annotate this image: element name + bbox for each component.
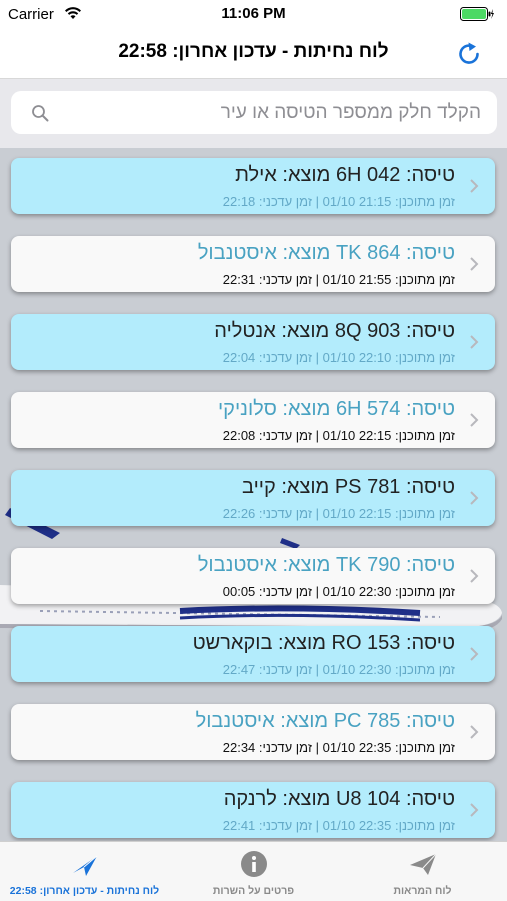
flight-times: זמן מתוכנן: 21:15 01/10 | זמן עדכני: 22:… (222, 194, 455, 209)
search-icon (32, 105, 49, 122)
chevron-right-icon (470, 413, 479, 427)
flight-title: טיסה: 6H 042 מוצא: אילת (235, 164, 455, 186)
flight-row[interactable]: טיסה: RO 153 מוצא: בוקארשט זמן מתוכנן: 22… (11, 626, 495, 682)
tab-label-landings: לוח נחיתות - עדכון אחרון: 22:58 (9, 885, 160, 897)
tab-label-service-info: פרטים על השרות (212, 885, 295, 897)
flight-row[interactable]: טיסה: PS 781 מוצא: קייב זמן מתוכנן: 22:15… (11, 470, 495, 526)
tab-landings[interactable]: לוח נחיתות - עדכון אחרון: 22:58 (0, 842, 169, 901)
chevron-right-icon (470, 725, 479, 739)
flight-title: טיסה: TK 790 מוצא: איסטנבול (197, 554, 455, 576)
flight-row[interactable]: טיסה: TK 790 מוצא: איסטנבול זמן מתוכנן: 2… (11, 548, 495, 604)
search-bar (0, 79, 507, 148)
battery-icon (460, 7, 494, 21)
search-input[interactable] (51, 91, 481, 134)
flight-times: זמן מתוכנן: 21:55 01/10 | זמן עדכני: 22:… (222, 272, 455, 287)
tab-label-takeoffs: לוח המראות (393, 885, 452, 897)
landing-plane-icon (73, 855, 98, 876)
search-field[interactable] (11, 91, 497, 134)
status-bar: Carrier 11:06 PM (0, 0, 507, 28)
flight-times: זמן מתוכנן: 22:15 01/10 | זמן עדכני: 22:… (222, 506, 455, 521)
tab-takeoffs[interactable]: לוח המראות (338, 842, 507, 901)
chevron-right-icon (470, 803, 479, 817)
chevron-right-icon (470, 179, 479, 193)
flight-times: זמן מתוכנן: 22:30 01/10 | זמן עדכני: 22:… (222, 662, 455, 677)
flight-title: טיסה: U8 104 מוצא: לרנקה (223, 788, 455, 810)
flight-row[interactable]: טיסה: 6H 042 מוצא: אילת זמן מתוכנן: 21:15… (11, 158, 495, 214)
info-icon (241, 851, 267, 877)
flight-times: זמן מתוכנן: 22:15 01/10 | זמן עדכני: 22:… (222, 428, 455, 443)
navigation-bar: לוח נחיתות - עדכון אחרון: 22:58 (0, 28, 507, 79)
takeoff-plane-icon (410, 853, 437, 875)
flight-title: טיסה: RO 153 מוצא: בוקארשט (192, 632, 455, 654)
flight-row[interactable]: טיסה: U8 104 מוצא: לרנקה זמן מתוכנן: 22:3… (11, 782, 495, 838)
flight-times: זמן מתוכנן: 22:35 01/10 | זמן עדכני: 22:… (222, 818, 455, 833)
chevron-right-icon (470, 257, 479, 271)
chevron-right-icon (470, 335, 479, 349)
flight-row[interactable]: טיסה: 8Q 903 מוצא: אנטליה זמן מתוכנן: 22:… (11, 314, 495, 370)
flight-row[interactable]: טיסה: PC 785 מוצא: איסטנבול זמן מתוכנן: 2… (11, 704, 495, 760)
flight-title: טיסה: TK 864 מוצא: איסטנבול (197, 242, 455, 264)
flight-row[interactable]: טיסה: TK 864 מוצא: איסטנבול זמן מתוכנן: 2… (11, 236, 495, 292)
page-title: לוח נחיתות - עדכון אחרון: 22:58 (118, 41, 389, 62)
flight-times: זמן מתוכנן: 22:35 01/10 | זמן עדכני: 22:… (222, 740, 455, 755)
flight-title: טיסה: 6H 574 מוצא: סלוניקי (217, 398, 455, 420)
flight-list[interactable]: ELAL טיסה: 6H 042 מוצא: אילתזמן מתוכנן: … (0, 148, 507, 841)
chevron-right-icon (470, 491, 479, 505)
status-clock: 11:06 PM (221, 5, 286, 22)
flight-times: זמן מתוכנן: 22:30 01/10 | זמן עדכני: 00:… (222, 584, 455, 599)
flight-row[interactable]: טיסה: 6H 574 מוצא: סלוניקי זמן מתוכנן: 22… (11, 392, 495, 448)
tab-bar: לוח נחיתות - עדכון אחרון: 22:58 פרטים על… (0, 841, 507, 901)
chevron-right-icon (470, 569, 479, 583)
tab-service-info[interactable]: פרטים על השרות (169, 842, 338, 901)
flight-times: זמן מתוכנן: 22:10 01/10 | זמן עדכני: 22:… (222, 350, 455, 365)
flight-title: טיסה: 8Q 903 מוצא: אנטליה (214, 320, 455, 342)
flight-title: טיסה: PC 785 מוצא: איסטנבול (195, 710, 455, 732)
chevron-right-icon (470, 647, 479, 661)
flight-title: טיסה: PS 781 מוצא: קייב (242, 476, 455, 498)
refresh-icon[interactable] (455, 40, 483, 68)
